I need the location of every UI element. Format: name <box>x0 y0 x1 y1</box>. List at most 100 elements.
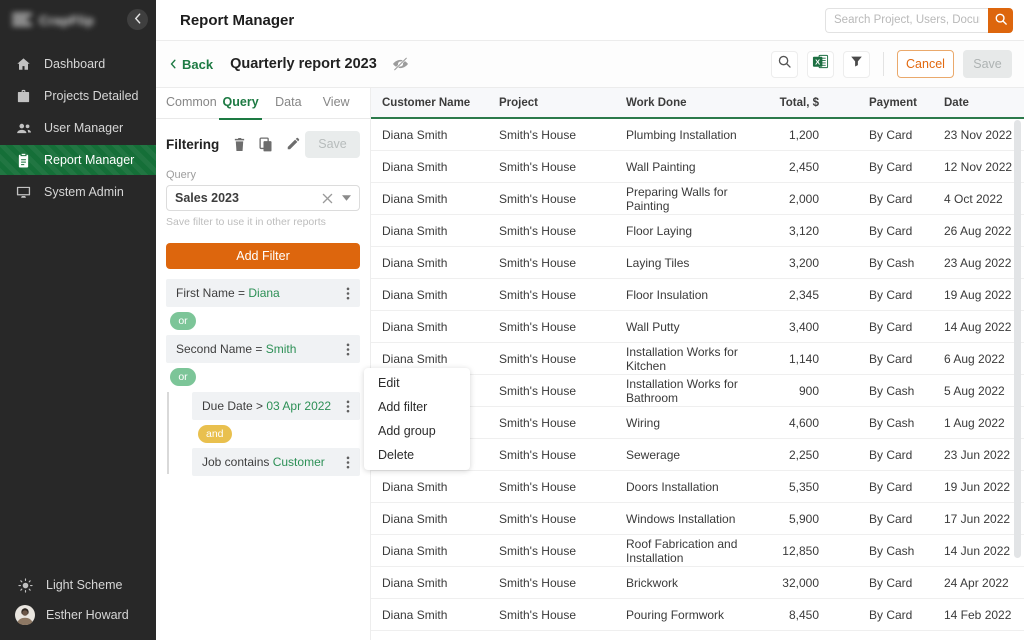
tab-view[interactable]: View <box>312 88 360 119</box>
table-cell: By Card <box>819 576 944 590</box>
conjunction-chip-and[interactable]: and <box>198 425 232 443</box>
filter-condition-text: Second Name = Smith <box>176 342 345 356</box>
search-button[interactable] <box>988 8 1013 33</box>
table-row[interactable]: Diana SmithSmith's HouseLaying Tiles3,20… <box>371 247 1024 279</box>
app-root: CrapFlip Dashboard Projects Detailed User … <box>0 0 1024 640</box>
table-search-button[interactable] <box>771 51 798 78</box>
table-row[interactable]: Diana SmithSmith's HouseDoors Installati… <box>371 471 1024 503</box>
theme-toggle[interactable]: Light Scheme <box>0 570 156 600</box>
tab-query[interactable]: Query <box>217 88 265 119</box>
cancel-button[interactable]: Cancel <box>897 50 954 78</box>
column-header: Project <box>499 97 626 109</box>
sidebar-item-report-manager[interactable]: Report Manager <box>0 145 156 175</box>
table-row[interactable]: Diana SmithSmith's HousePouring Formwork… <box>371 599 1024 631</box>
table-cell: Windows Installation <box>626 512 746 526</box>
table-cell: Wiring <box>626 416 746 430</box>
sidebar-footer: Light Scheme Esther Howard <box>0 570 156 630</box>
table-row[interactable]: Diana SmithSmith's HouseFloor Laying3,12… <box>371 215 1024 247</box>
sidebar-item-projects-detailed[interactable]: Projects Detailed <box>0 80 156 112</box>
table-cell: By Card <box>819 288 944 302</box>
clear-icon[interactable] <box>322 193 333 204</box>
logo-wordmark: CrapFlip <box>39 13 94 28</box>
filter-condition: Job contains Customer <box>192 448 360 476</box>
chevron-left-icon <box>170 57 176 72</box>
sidebar-item-dashboard[interactable]: Dashboard <box>0 48 156 80</box>
sidebar-item-user-manager[interactable]: User Manager <box>0 112 156 144</box>
table-row[interactable]: Diana SmithSmith's HouseRoof Fabrication… <box>371 535 1024 567</box>
chevron-down-icon[interactable] <box>342 195 351 201</box>
conjunction-chip-or[interactable]: or <box>170 368 196 386</box>
table-cell: By Card <box>819 128 944 142</box>
table-cell: 900 <box>746 384 819 398</box>
table-cell: Doors Installation <box>626 480 746 494</box>
menu-item-edit[interactable]: Edit <box>364 371 470 395</box>
table-cell: 23 Aug 2022 <box>944 256 1024 270</box>
table-row[interactable]: Diana SmithSmith's HouseWall Painting2,4… <box>371 151 1024 183</box>
sidebar-item-label: Dashboard <box>44 57 105 71</box>
delete-filter-icon[interactable] <box>233 137 246 152</box>
vertical-scrollbar-thumb[interactable] <box>1014 120 1021 558</box>
table-cell: By Cash <box>819 384 944 398</box>
kebab-menu-icon[interactable] <box>345 398 351 415</box>
column-header: Work Done <box>626 97 746 109</box>
tab-common[interactable]: Common <box>166 88 217 119</box>
table-row[interactable]: Diana SmithSmith's HouseWall Putty3,400B… <box>371 311 1024 343</box>
table-cell: By Card <box>819 480 944 494</box>
sidebar-item-label: User Manager <box>44 121 123 135</box>
filter-condition-text: Job contains Customer <box>202 455 345 469</box>
filter-toggle-button[interactable] <box>843 51 870 78</box>
table-cell: Smith's House <box>499 224 626 238</box>
table-cell: Smith's House <box>499 288 626 302</box>
sidebar-collapse-button[interactable] <box>127 9 148 30</box>
sun-icon <box>15 578 35 593</box>
table-cell: Diana Smith <box>382 544 499 558</box>
table-cell: 14 Aug 2022 <box>944 320 1024 334</box>
table-cell: Smith's House <box>499 512 626 526</box>
sidebar-item-system-admin[interactable]: System Admin <box>0 176 156 208</box>
monitor-icon <box>15 186 32 199</box>
kebab-menu-icon[interactable] <box>345 285 351 302</box>
search-icon <box>994 12 1008 29</box>
table-row[interactable]: Diana SmithSmith's HousePlumbing Install… <box>371 119 1024 151</box>
edit-filter-icon[interactable] <box>286 137 300 151</box>
save-button[interactable]: Save <box>963 50 1012 78</box>
table-row[interactable]: Diana SmithSmith's HouseBrickwork32,000B… <box>371 567 1024 599</box>
table-cell: Smith's House <box>499 576 626 590</box>
filter-condition-value: Smith <box>266 342 297 356</box>
table-row[interactable]: Diana SmithSmith's HouseFloor Insulation… <box>371 279 1024 311</box>
table-cell: 2,000 <box>746 192 819 206</box>
filter-save-button[interactable]: Save <box>305 131 360 158</box>
global-search <box>825 8 1013 33</box>
table-cell: 12,850 <box>746 544 819 558</box>
add-filter-button[interactable]: Add Filter <box>166 243 360 269</box>
menu-item-delete[interactable]: Delete <box>364 443 470 467</box>
menu-item-add-group[interactable]: Add group <box>364 419 470 443</box>
table-cell: Smith's House <box>499 448 626 462</box>
query-select[interactable]: Sales 2023 <box>166 185 360 211</box>
user-menu[interactable]: Esther Howard <box>0 600 156 630</box>
table-cell: Brickwork <box>626 576 746 590</box>
back-button[interactable]: Back <box>170 57 213 72</box>
table-cell: Diana Smith <box>382 160 499 174</box>
table-cell: By Cash <box>819 416 944 430</box>
export-excel-button[interactable]: X <box>807 51 834 78</box>
table-cell: 2,250 <box>746 448 819 462</box>
table-cell: Installation Works for Bathroom <box>626 377 746 405</box>
table-row[interactable]: Diana SmithSmith's HousePreparing Walls … <box>371 183 1024 215</box>
search-input[interactable] <box>825 8 988 33</box>
table-cell: 6 Aug 2022 <box>944 352 1024 366</box>
table-cell: Laying Tiles <box>626 256 746 270</box>
table-row[interactable]: Diana SmithSmith's HouseWindows Installa… <box>371 503 1024 535</box>
conjunction-chip-or[interactable]: or <box>170 312 196 330</box>
tab-data[interactable]: Data <box>264 88 312 119</box>
menu-item-add-filter[interactable]: Add filter <box>364 395 470 419</box>
copy-filter-icon[interactable] <box>259 137 273 152</box>
table-cell: By Card <box>819 608 944 622</box>
kebab-menu-icon[interactable] <box>345 454 351 471</box>
report-toolbar: Back Quarterly report 2023 X <box>156 41 1024 88</box>
sidebar-item-label: Report Manager <box>44 153 134 167</box>
visibility-off-icon[interactable] <box>392 57 409 71</box>
kebab-menu-icon[interactable] <box>345 341 351 358</box>
table-cell: 14 Feb 2022 <box>944 608 1024 622</box>
table-cell: Diana Smith <box>382 128 499 142</box>
